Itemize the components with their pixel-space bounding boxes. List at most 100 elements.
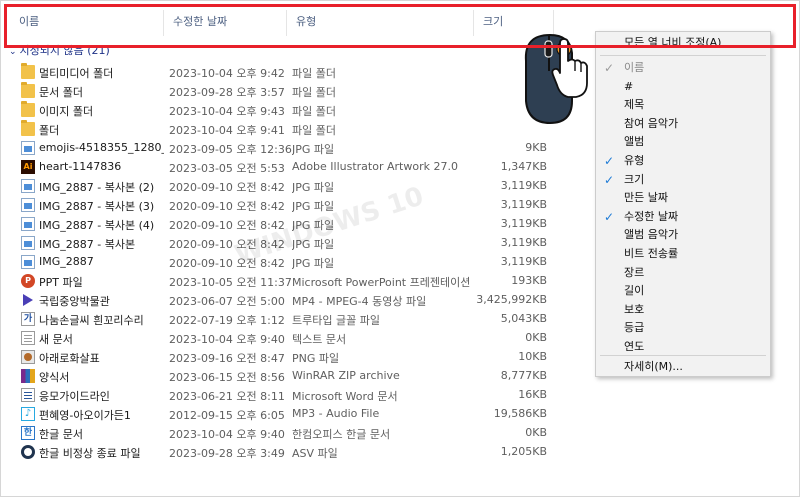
file-row[interactable]: 문서 폴더 2023-09-28 오후 3:57 파일 폴더 — [1, 82, 561, 101]
jpg-file-icon — [21, 198, 35, 212]
ai-file-icon: Ai — [21, 160, 35, 174]
file-date: 2012-09-15 오후 6:05 — [169, 409, 285, 422]
file-row[interactable]: P PPT 파일 2023-10-05 오전 11:37 Microsoft Powe… — [1, 272, 561, 291]
menu-item-column-option[interactable]: ✓ 크기 — [596, 171, 770, 190]
file-row[interactable]: 새 문서 2023-10-04 오후 9:40 텍스트 문서 0KB — [1, 329, 561, 348]
file-date: 2022-07-19 오후 1:12 — [169, 314, 285, 327]
file-row[interactable]: 한글 비정상 종료 파일 2023-09-28 오후 3:49 ASV 파일 1,20… — [1, 443, 561, 462]
column-header-name[interactable]: 이름 — [11, 7, 161, 37]
file-type: JPG 파일 — [292, 219, 335, 232]
file-type: PNG 파일 — [292, 352, 340, 365]
file-row[interactable]: 이미지 폴더 2023-10-04 오후 9:43 파일 폴더 — [1, 101, 561, 120]
file-row[interactable]: 가 나눔손글씨 흰꼬리수리 2022-07-19 오후 1:12 트루타입 글꼴 파일… — [1, 310, 561, 329]
column-divider[interactable] — [286, 10, 287, 36]
menu-item-column-option[interactable]: 연도 — [596, 338, 770, 357]
menu-item-column-option[interactable]: 장르 — [596, 264, 770, 283]
menu-item-column-option[interactable]: ✓ 수정한 날짜 — [596, 208, 770, 227]
column-header-type[interactable]: 유형 — [288, 7, 468, 37]
file-row[interactable]: 국립중앙박물관 2023-06-07 오전 5:00 MP4 - MPEG-4 동영… — [1, 291, 561, 310]
file-row[interactable]: IMG_2887 - 복사본 (2) 2020-09-10 오전 8:42 JPG … — [1, 177, 561, 196]
file-name: 이미지 폴더 — [39, 105, 94, 118]
menu-item-column-option[interactable]: 만든 날짜 — [596, 189, 770, 208]
file-date: 2023-10-04 오후 9:40 — [169, 333, 285, 346]
file-row[interactable]: IMG_2887 - 복사본 (3) 2020-09-10 오전 8:42 JPG … — [1, 196, 561, 215]
folder-file-icon — [21, 120, 35, 136]
file-size: 8,777KB — [500, 369, 547, 382]
hwp-file-icon: 한 — [21, 426, 35, 440]
jpg-file-icon — [21, 255, 35, 269]
file-size: 19,586KB — [493, 407, 547, 420]
file-row[interactable]: IMG_2887 2020-09-10 오전 8:42 JPG 파일 3,119KB — [1, 253, 561, 272]
mp3-file-icon: ♪ — [21, 407, 35, 421]
file-type: 파일 폴더 — [292, 86, 336, 99]
menu-item-column-option[interactable]: 제목 — [596, 96, 770, 115]
group-header[interactable]: ⌄ 지정되지 않음 (21) — [9, 42, 110, 58]
file-size: 10KB — [518, 350, 547, 363]
file-name: 아래로화살표 — [39, 352, 100, 365]
file-name: 국립중앙박물관 — [39, 295, 110, 308]
file-row[interactable]: IMG_2887 - 복사본 2020-09-10 오전 8:42 JPG 파일 3,… — [1, 234, 561, 253]
file-row[interactable]: ♪ 편혜영-아오이가든1 2012-09-15 오후 6:05 MP3 - Audio… — [1, 405, 561, 424]
folder-file-icon — [21, 82, 35, 98]
menu-item-column-option[interactable]: 길이 — [596, 282, 770, 301]
file-date: 2023-06-07 오전 5:00 — [169, 295, 285, 308]
menu-separator — [600, 55, 766, 56]
file-name: 나눔손글씨 흰꼬리수리 — [39, 314, 144, 327]
file-type: JPG 파일 — [292, 257, 335, 270]
file-date: 2023-10-04 오후 9:40 — [169, 428, 285, 441]
file-date: 2023-10-04 오후 9:42 — [169, 67, 285, 80]
column-context-menu: 모든 열 너비 조정(A) ✓ 이름 # 제목 참여 음악가 앨범 ✓ 유형 ✓ 크기 만든 날짜 ✓… — [595, 31, 771, 377]
file-type: Adobe Illustrator Artwork 27.0 — [292, 160, 458, 173]
menu-item-column-option[interactable]: 앨범 음악가 — [596, 226, 770, 245]
file-row[interactable]: emojis-4518355_1280_8 2023-09-05 오후 12:36… — [1, 139, 561, 158]
menu-item-column-option[interactable]: # — [596, 78, 770, 97]
jpg-file-icon — [21, 141, 35, 155]
menu-item-label: 장르 — [624, 265, 645, 279]
file-row[interactable]: IMG_2887 - 복사본 (4) 2020-09-10 오전 8:42 JPG … — [1, 215, 561, 234]
mouse-right-click-illustration — [520, 31, 594, 127]
file-row[interactable]: 아래로화살표 2023-09-16 오전 8:47 PNG 파일 10KB — [1, 348, 561, 367]
menu-item-column-option[interactable]: 등급 — [596, 319, 770, 338]
file-type: JPG 파일 — [292, 143, 335, 156]
file-name: 한글 문서 — [39, 428, 83, 441]
file-row[interactable]: 응모가이드라인 2023-06-21 오전 8:11 Microsoft Word … — [1, 386, 561, 405]
column-divider[interactable] — [473, 10, 474, 36]
menu-item-column-option[interactable]: 보호 — [596, 301, 770, 320]
menu-item-label: 유형 — [624, 154, 645, 167]
file-type: 파일 폴더 — [292, 105, 336, 118]
menu-item-label: 길이 — [624, 284, 645, 298]
menu-item-size-all-columns[interactable]: 모든 열 너비 조정(A) — [596, 34, 770, 53]
jpg-file-icon — [21, 179, 35, 193]
file-size: 3,119KB — [500, 179, 547, 192]
column-divider[interactable] — [163, 10, 164, 36]
file-row[interactable]: Ai heart-1147836 2023-03-05 오전 5:53 Adobe I… — [1, 158, 561, 177]
file-name: IMG_2887 — [39, 255, 94, 268]
file-size: 3,119KB — [500, 255, 547, 268]
file-row[interactable]: 폴더 2023-10-04 오후 9:41 파일 폴더 — [1, 120, 561, 139]
file-date: 2023-06-21 오전 8:11 — [169, 390, 285, 403]
menu-item-column-option[interactable]: 앨범 — [596, 133, 770, 152]
menu-item-label: 비트 전송률 — [624, 247, 679, 260]
checkmark-icon: ✓ — [603, 154, 615, 168]
file-name: 새 문서 — [39, 333, 73, 346]
file-name: 양식서 — [39, 371, 70, 384]
file-name: 멀티미디어 폴더 — [39, 67, 114, 80]
chevron-down-icon[interactable]: ⌄ — [9, 47, 17, 57]
menu-item-more-details[interactable]: 자세히(M)... — [596, 358, 770, 377]
file-row[interactable]: 멀티미디어 폴더 2023-10-04 오후 9:42 파일 폴더 — [1, 63, 561, 82]
file-row[interactable]: 한 한글 문서 2023-10-04 오후 9:40 한컴오피스 한글 문서 0KB — [1, 424, 561, 443]
menu-item-column-option[interactable]: 비트 전송률 — [596, 245, 770, 264]
column-header-date-modified[interactable]: 수정한 날짜 — [165, 7, 285, 37]
file-date: 2020-09-10 오전 8:42 — [169, 238, 285, 251]
menu-item-column-option[interactable]: 참여 음악가 — [596, 115, 770, 134]
jpg-file-icon — [21, 217, 35, 231]
png-file-icon — [21, 350, 35, 364]
file-date: 2020-09-10 오전 8:42 — [169, 181, 285, 194]
file-type: Microsoft Word 문서 — [292, 390, 398, 403]
menu-item-column-option[interactable]: ✓ 유형 — [596, 152, 770, 171]
file-type: MP4 - MPEG-4 동영상 파일 — [292, 295, 427, 308]
file-name: IMG_2887 - 복사본 (2) — [39, 181, 155, 194]
file-row[interactable]: 양식서 2023-06-15 오전 8:56 WinRAR ZIP archive 8… — [1, 367, 561, 386]
file-name: 폴더 — [39, 124, 60, 137]
file-date: 2020-09-10 오전 8:42 — [169, 200, 285, 213]
